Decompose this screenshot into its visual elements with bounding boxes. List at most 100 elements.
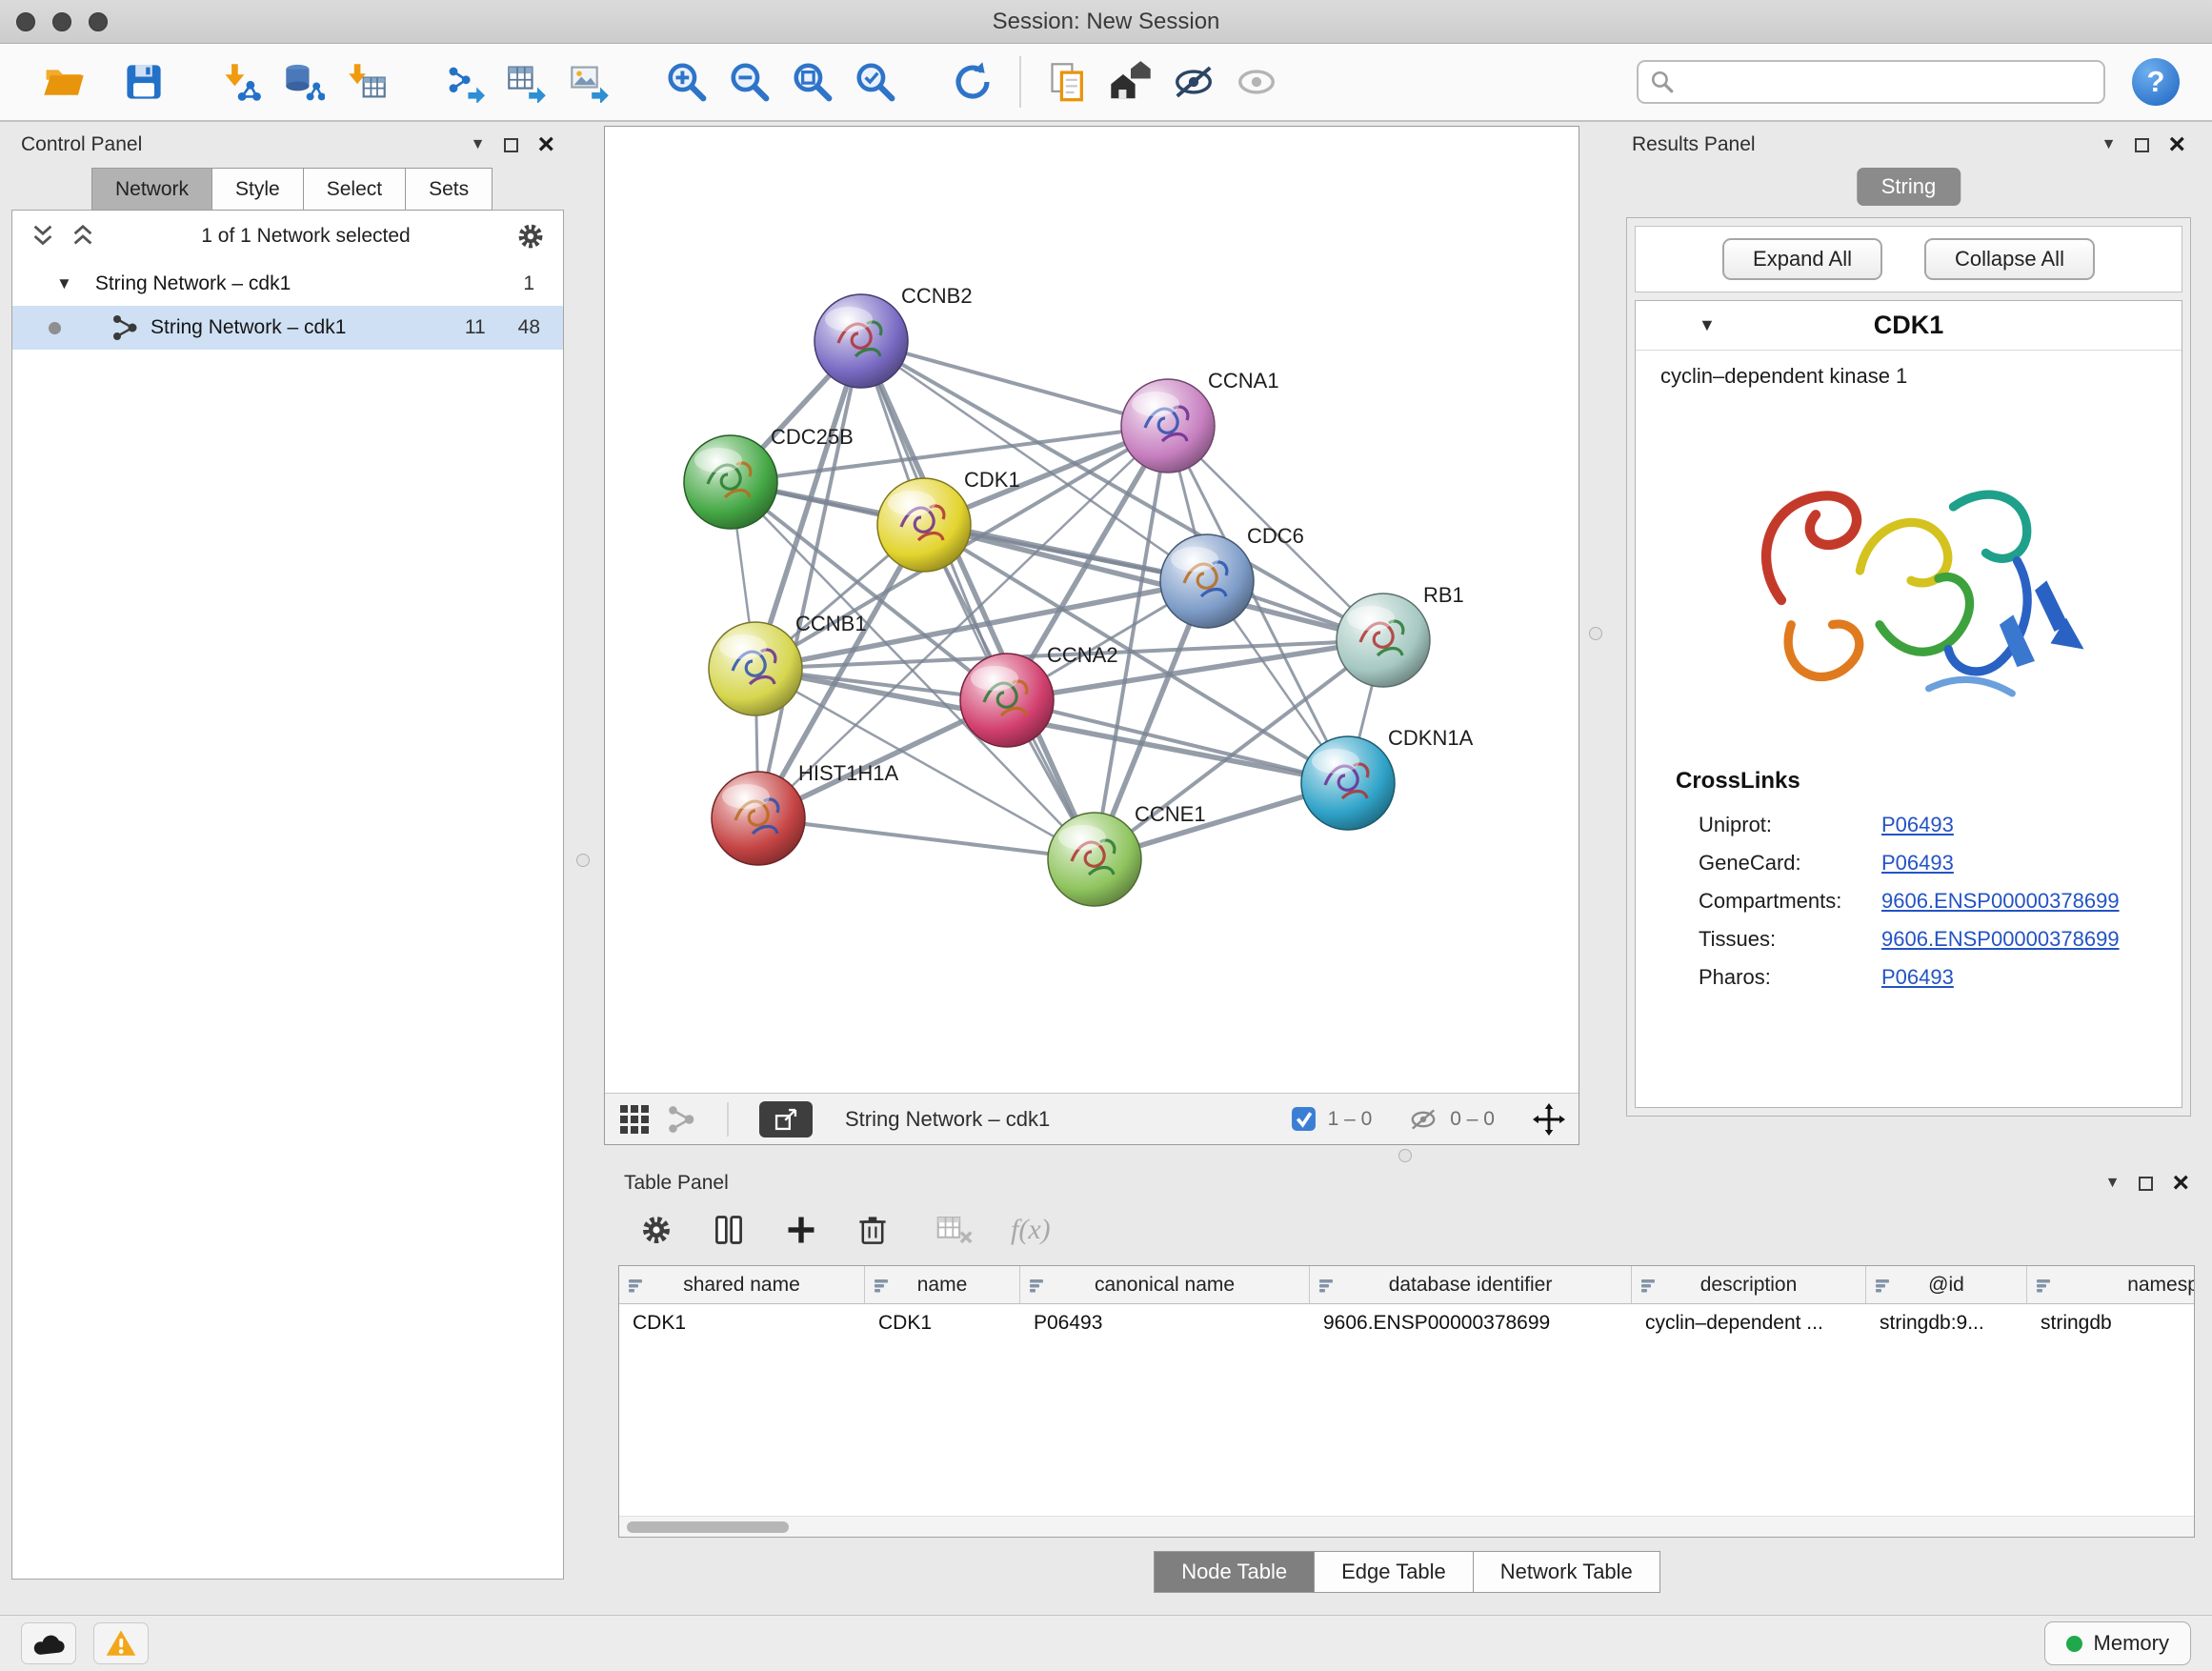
network-edge[interactable]	[758, 341, 861, 818]
panel-menu-icon[interactable]: ▼	[2101, 136, 2117, 153]
tab-network[interactable]: Network	[91, 168, 212, 211]
cloud-status-button[interactable]	[21, 1622, 76, 1664]
birds-eye-grid-icon[interactable]	[618, 1103, 651, 1136]
export-table-button[interactable]	[495, 50, 558, 113]
tree-expand-icon[interactable]: ▼	[56, 274, 72, 293]
tab-node-table[interactable]: Node Table	[1154, 1551, 1315, 1593]
table-horizontal-scrollbar[interactable]	[619, 1516, 2194, 1537]
column-header-description[interactable]: description	[1632, 1266, 1866, 1304]
zoom-selected-button[interactable]	[844, 50, 907, 113]
left-splitter-handle[interactable]	[576, 854, 590, 867]
network-canvas[interactable]: CCNB2CCNA1CDC25BCDK1CDC6RB1CCNB1CCNA2CDK…	[605, 127, 1579, 1093]
zoom-fit-button[interactable]	[781, 50, 844, 113]
network-node-CDC25B[interactable]	[684, 435, 777, 529]
zoom-out-button[interactable]	[718, 50, 781, 113]
network-overview-icon[interactable]	[666, 1104, 696, 1135]
window-zoom-button[interactable]	[89, 12, 108, 31]
tab-select[interactable]: Select	[303, 168, 406, 211]
network-edge[interactable]	[758, 818, 1095, 859]
network-node-HIST1H1A[interactable]	[712, 772, 805, 865]
table-gear-icon[interactable]	[639, 1213, 674, 1247]
tab-style[interactable]: Style	[211, 168, 304, 211]
tab-string[interactable]: String	[1857, 168, 1961, 206]
open-session-button[interactable]	[32, 50, 95, 113]
tab-edge-table[interactable]: Edge Table	[1314, 1551, 1474, 1593]
pan-crosshair-icon[interactable]	[1533, 1103, 1565, 1136]
detach-view-button[interactable]	[759, 1101, 813, 1137]
network-node-CDKN1A[interactable]	[1301, 736, 1395, 830]
panel-float-icon[interactable]	[2139, 1177, 2153, 1191]
panel-float-icon[interactable]	[504, 138, 518, 152]
column-header--id[interactable]: @id	[1866, 1266, 2027, 1304]
column-header-database-identifier[interactable]: database identifier	[1310, 1266, 1632, 1304]
expand-all-icon[interactable]	[70, 223, 96, 250]
window-close-button[interactable]	[16, 12, 35, 31]
panel-close-icon[interactable]: ×	[2172, 1174, 2189, 1193]
section-expand-icon[interactable]: ▼	[1699, 315, 1716, 335]
expand-all-button[interactable]: Expand All	[1722, 238, 1882, 280]
save-session-button[interactable]	[112, 50, 175, 113]
search-input[interactable]	[1675, 70, 2092, 93]
node-section-header[interactable]: ▼ CDK1	[1636, 301, 2182, 351]
scrollbar-thumb[interactable]	[627, 1521, 789, 1533]
tab-sets[interactable]: Sets	[405, 168, 493, 211]
function-builder-icon[interactable]: f(x)	[1011, 1214, 1051, 1246]
import-network-from-database-button[interactable]	[272, 50, 335, 113]
column-header-shared-name[interactable]: shared name	[619, 1266, 865, 1304]
network-node-CCNB1[interactable]	[709, 622, 802, 715]
network-node-CDK1[interactable]	[877, 478, 971, 572]
right-splitter-handle[interactable]	[1589, 627, 1602, 640]
network-collection-row[interactable]: ▼ String Network – cdk1 1	[12, 262, 563, 306]
network-edge[interactable]	[1007, 700, 1348, 783]
network-node-RB1[interactable]	[1337, 594, 1430, 687]
delete-table-icon[interactable]	[936, 1214, 973, 1246]
column-header-canonical-name[interactable]: canonical name	[1020, 1266, 1310, 1304]
memory-button[interactable]: Memory	[2044, 1621, 2191, 1665]
crosslink-row: GeneCard:P06493	[1636, 844, 2182, 882]
network-edge[interactable]	[861, 341, 1168, 426]
panel-float-icon[interactable]	[2135, 138, 2149, 152]
crosslink-link[interactable]: P06493	[1881, 965, 1954, 990]
window-minimize-button[interactable]	[52, 12, 71, 31]
column-header-namespace[interactable]: namespace	[2027, 1266, 2195, 1304]
hidden-eye-slash-icon[interactable]	[1408, 1104, 1438, 1135]
collapse-all-button[interactable]: Collapse All	[1924, 238, 2095, 280]
crosslink-link[interactable]: P06493	[1881, 813, 1954, 837]
bottom-splitter-handle[interactable]	[1398, 1149, 1412, 1162]
network-node-CCNE1[interactable]	[1048, 813, 1141, 906]
panel-close-icon[interactable]: ×	[537, 135, 554, 154]
crosslink-link[interactable]: 9606.ENSP00000378699	[1881, 889, 2120, 914]
first-neighbors-button[interactable]	[1099, 50, 1162, 113]
select-columns-icon[interactable]	[712, 1213, 746, 1247]
crosslink-link[interactable]: 9606.ENSP00000378699	[1881, 927, 2120, 952]
network-node-CDC6[interactable]	[1160, 534, 1254, 628]
export-network-button[interactable]	[432, 50, 495, 113]
import-table-from-file-button[interactable]	[335, 50, 398, 113]
panel-menu-icon[interactable]: ▼	[471, 136, 486, 153]
table-row[interactable]: CDK1CDK1P064939606.ENSP00000378699cyclin…	[619, 1304, 2194, 1342]
zoom-in-button[interactable]	[655, 50, 718, 113]
network-row-selected[interactable]: String Network – cdk1 11 48	[12, 306, 563, 350]
crosslink-link[interactable]: P06493	[1881, 851, 1954, 876]
copy-style-button[interactable]	[1036, 50, 1099, 113]
hide-selected-button[interactable]	[1162, 50, 1225, 113]
collapse-all-icon[interactable]	[30, 223, 56, 250]
network-node-CCNA2[interactable]	[960, 654, 1054, 747]
tab-network-table[interactable]: Network Table	[1473, 1551, 1660, 1593]
column-header-name[interactable]: name	[865, 1266, 1020, 1304]
warnings-button[interactable]	[93, 1622, 149, 1664]
selected-checkbox-icon[interactable]	[1291, 1106, 1317, 1132]
show-all-button[interactable]	[1225, 50, 1288, 113]
delete-column-icon[interactable]	[856, 1214, 889, 1246]
network-node-CCNB2[interactable]	[814, 294, 908, 388]
import-network-from-file-button[interactable]	[210, 50, 272, 113]
help-button[interactable]: ?	[2132, 58, 2180, 106]
gear-icon[interactable]	[515, 221, 546, 252]
refresh-view-button[interactable]	[941, 50, 1004, 113]
export-image-button[interactable]	[558, 50, 621, 113]
panel-close-icon[interactable]: ×	[2168, 135, 2185, 154]
add-column-icon[interactable]	[784, 1213, 818, 1247]
panel-menu-icon[interactable]: ▼	[2105, 1175, 2121, 1192]
eye-icon	[1235, 60, 1278, 104]
network-node-CCNA1[interactable]	[1121, 379, 1215, 473]
